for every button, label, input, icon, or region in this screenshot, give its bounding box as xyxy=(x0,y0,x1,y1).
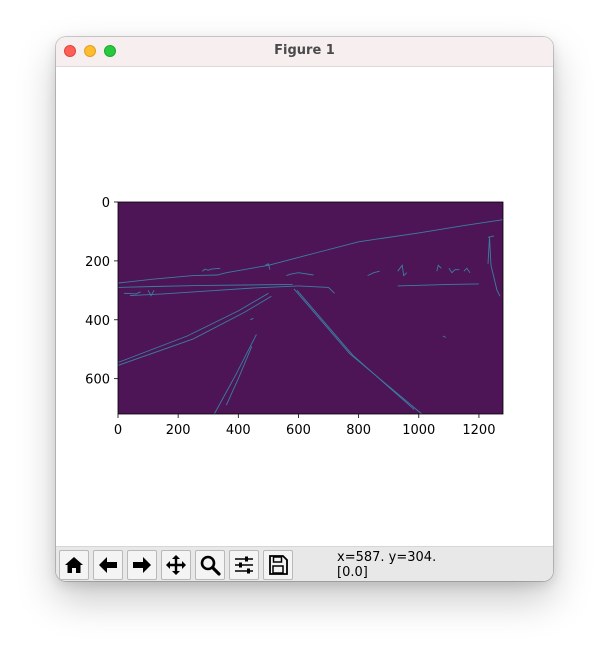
move-icon xyxy=(166,555,186,575)
x-tick-label: 800 xyxy=(346,423,371,438)
window-title: Figure 1 xyxy=(274,43,335,58)
magnifier-icon xyxy=(200,555,221,576)
y-tick-label: 0 xyxy=(102,196,110,211)
y-tick-label: 600 xyxy=(85,373,110,388)
figure-window: Figure 1 0 200 400 600 800 1000 1200 0 200 400 600 xyxy=(56,37,553,581)
x-tick-label: 600 xyxy=(286,423,311,438)
pixel-value-readout: [0.0] xyxy=(337,565,368,580)
arrow-right-icon xyxy=(133,557,151,573)
x-tick-label: 0 xyxy=(114,423,122,438)
cursor-coordinates: x=587. y=304. [0.0] xyxy=(337,550,436,580)
save-figure-button[interactable] xyxy=(263,550,293,580)
y-tick-label: 400 xyxy=(85,314,110,329)
edge-image-plot[interactable]: 0 200 400 600 800 1000 1200 0 200 400 600 xyxy=(56,67,553,546)
title-bar[interactable]: Figure 1 xyxy=(56,37,553,67)
navigation-toolbar: x=587. y=304. [0.0] xyxy=(56,546,553,581)
x-tick-label: 200 xyxy=(166,423,191,438)
floppy-disk-icon xyxy=(269,555,288,575)
arrow-left-icon xyxy=(99,557,117,573)
figure-canvas[interactable]: 0 200 400 600 800 1000 1200 0 200 400 600 xyxy=(56,67,553,546)
home-button[interactable] xyxy=(59,550,89,580)
pan-button[interactable] xyxy=(161,550,191,580)
configure-subplots-button[interactable] xyxy=(229,550,259,580)
zoom-button[interactable] xyxy=(195,550,225,580)
home-icon xyxy=(65,557,83,573)
image-axes[interactable] xyxy=(117,201,504,415)
coordinate-readout: x=587. y=304. xyxy=(337,550,437,565)
x-tick-label: 1000 xyxy=(402,423,435,438)
forward-button[interactable] xyxy=(127,550,157,580)
sliders-icon xyxy=(235,556,253,574)
y-tick-label: 200 xyxy=(85,255,110,270)
x-tick-label: 400 xyxy=(226,423,251,438)
back-button[interactable] xyxy=(93,550,123,580)
x-tick-label: 1200 xyxy=(462,423,495,438)
